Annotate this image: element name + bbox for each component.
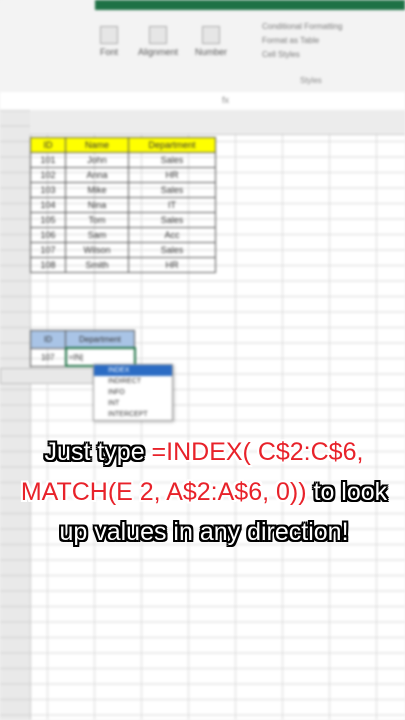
tutorial-caption: Just type =INDEX( C$2:C$6, MATCH(E 2, A$… (14, 432, 394, 552)
table-row: 101 John Sales (30, 152, 216, 168)
function-tooltip (0, 368, 97, 384)
table-row: 104 Nina IT (30, 197, 216, 213)
cell[interactable]: 102 (30, 167, 66, 183)
font-icon (100, 26, 118, 44)
column-headers (30, 110, 405, 135)
cell[interactable]: 107 (30, 242, 66, 258)
cell[interactable]: John (65, 152, 129, 168)
header-id[interactable]: ID (30, 137, 66, 153)
lookup-table: ID Department 107 =IN| (30, 330, 136, 367)
lookup-header-row: ID Department (30, 330, 135, 349)
cell[interactable]: Smith (65, 257, 129, 273)
styles-group-label: Styles (300, 76, 322, 85)
font-button-label: Font (100, 47, 119, 57)
table-row: 103 Mike Sales (30, 182, 216, 198)
alignment-button[interactable]: Alignment (138, 26, 178, 57)
cell[interactable]: Sales (128, 212, 216, 228)
employee-table: ID Name Department 101 John Sales 102 Anna H… (30, 137, 216, 273)
function-autocomplete-list[interactable]: INDEX INDIRECT INFO INT INTERCEPT (93, 364, 173, 421)
format-as-table-menu[interactable]: Format as Table (262, 36, 319, 45)
cell[interactable]: Sales (128, 182, 216, 198)
table-row: 106 Sam Acc (30, 227, 216, 243)
lookup-header-department[interactable]: Department (65, 330, 135, 349)
cell[interactable]: Mike (65, 182, 129, 198)
number-icon (202, 26, 220, 44)
cell[interactable]: IT (128, 197, 216, 213)
header-department[interactable]: Department (128, 137, 216, 153)
cell[interactable]: 101 (30, 152, 66, 168)
cell[interactable]: Sales (128, 242, 216, 258)
table-row: 108 Smith HR (30, 257, 216, 273)
autocomplete-item[interactable]: INT (94, 398, 172, 409)
cell[interactable]: 103 (30, 182, 66, 198)
cell-styles-menu[interactable]: Cell Styles (262, 50, 300, 59)
row-headers (0, 110, 31, 720)
number-button-label: Number (195, 47, 228, 57)
cell[interactable]: 108 (30, 257, 66, 273)
table-row: 105 Tom Sales (30, 212, 216, 228)
cell[interactable]: Sales (128, 152, 216, 168)
cell[interactable]: Sam (65, 227, 129, 243)
cell[interactable]: Acc (128, 227, 216, 243)
lookup-id-cell[interactable]: 107 (30, 347, 66, 367)
autocomplete-item[interactable]: INDIRECT (94, 376, 172, 387)
autocomplete-item[interactable]: INFO (94, 387, 172, 398)
cell[interactable]: 106 (30, 227, 66, 243)
cell[interactable]: 105 (30, 212, 66, 228)
number-button[interactable]: Number (195, 26, 227, 57)
cell[interactable]: 104 (30, 197, 66, 213)
table-header-row: ID Name Department (30, 137, 216, 153)
lookup-header-id[interactable]: ID (30, 330, 66, 349)
cell[interactable]: Tom (65, 212, 129, 228)
cell[interactable]: Wilson (65, 242, 129, 258)
caption-lead: Just type (44, 438, 152, 466)
cell[interactable]: Anna (65, 167, 129, 183)
table-row: 102 Anna HR (30, 167, 216, 183)
font-button[interactable]: Font (100, 26, 118, 57)
autocomplete-item[interactable]: INDEX (94, 365, 172, 376)
ribbon-title-bar (95, 0, 405, 10)
header-name[interactable]: Name (65, 137, 129, 153)
fx-label: fx (222, 95, 230, 105)
cell[interactable]: HR (128, 257, 216, 273)
cell[interactable]: HR (128, 167, 216, 183)
conditional-formatting-menu[interactable]: Conditional Formatting (262, 22, 342, 31)
ribbon: Font Alignment Number Conditional Format… (0, 0, 405, 93)
alignment-button-label: Alignment (138, 47, 179, 57)
formula-bar[interactable]: fx (0, 92, 405, 111)
autocomplete-item[interactable]: INTERCEPT (94, 409, 172, 420)
table-row: 107 Wilson Sales (30, 242, 216, 258)
alignment-icon (149, 26, 168, 44)
cell[interactable]: Nina (65, 197, 129, 213)
